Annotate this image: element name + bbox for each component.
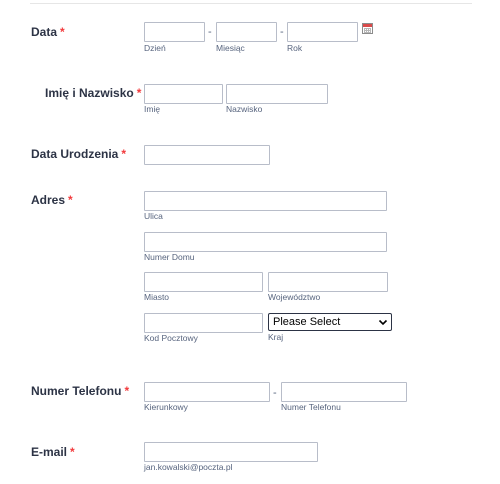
phone-number-sublabel: Numer Telefonu xyxy=(281,402,341,412)
required-marker: * xyxy=(124,384,130,398)
country-sublabel: Kraj xyxy=(268,332,284,342)
required-marker: * xyxy=(136,86,142,100)
birthdate-input[interactable] xyxy=(144,145,270,165)
birthdate-label: Data Urodzenia * xyxy=(31,147,127,161)
date-day-input[interactable] xyxy=(144,22,205,42)
country-select[interactable]: Please Select xyxy=(268,313,392,331)
required-marker: * xyxy=(60,25,65,39)
email-label: E-mail * xyxy=(31,445,75,459)
phone-area-input[interactable] xyxy=(144,382,270,402)
required-marker: * xyxy=(68,193,73,207)
region-sublabel: Województwo xyxy=(268,292,321,302)
first-name-input[interactable] xyxy=(144,84,223,104)
address-label: Adres * xyxy=(31,193,73,207)
postal-code-sublabel: Kod Pocztowy xyxy=(144,333,198,343)
city-sublabel: Miasto xyxy=(144,292,170,302)
phone-label: Numer Telefonu * xyxy=(31,384,130,398)
country-select-value: Please Select xyxy=(273,316,341,328)
date-label: Data * xyxy=(31,25,65,39)
street-sublabel: Ulica xyxy=(144,211,163,221)
last-name-input[interactable] xyxy=(226,84,328,104)
required-marker: * xyxy=(121,147,127,161)
house-number-sublabel: Numer Domu xyxy=(144,252,195,262)
street-input[interactable] xyxy=(144,191,387,211)
phone-number-input[interactable] xyxy=(281,382,407,402)
city-input[interactable] xyxy=(144,272,263,292)
required-marker: * xyxy=(70,445,75,459)
top-divider xyxy=(30,3,472,4)
first-name-sublabel: Imię xyxy=(144,104,161,114)
date-day-sublabel: Dzień xyxy=(144,43,166,53)
date-month-sublabel: Miesiąc xyxy=(216,43,245,53)
last-name-sublabel: Nazwisko xyxy=(226,104,263,114)
date-separator: - xyxy=(280,26,284,38)
phone-area-sublabel: Kierunkowy xyxy=(144,402,188,412)
chevron-down-icon xyxy=(378,319,388,326)
date-year-sublabel: Rok xyxy=(287,43,303,53)
email-input[interactable] xyxy=(144,442,318,462)
email-sublabel: jan.kowalski@poczta.pl xyxy=(144,462,233,472)
calendar-icon[interactable] xyxy=(362,23,373,34)
date-month-input[interactable] xyxy=(216,22,277,42)
date-year-input[interactable] xyxy=(287,22,358,42)
phone-separator: - xyxy=(273,387,277,399)
date-separator: - xyxy=(208,26,212,38)
house-number-input[interactable] xyxy=(144,232,387,252)
postal-code-input[interactable] xyxy=(144,313,263,333)
name-label: Imię i Nazwisko * xyxy=(45,86,142,100)
region-input[interactable] xyxy=(268,272,388,292)
